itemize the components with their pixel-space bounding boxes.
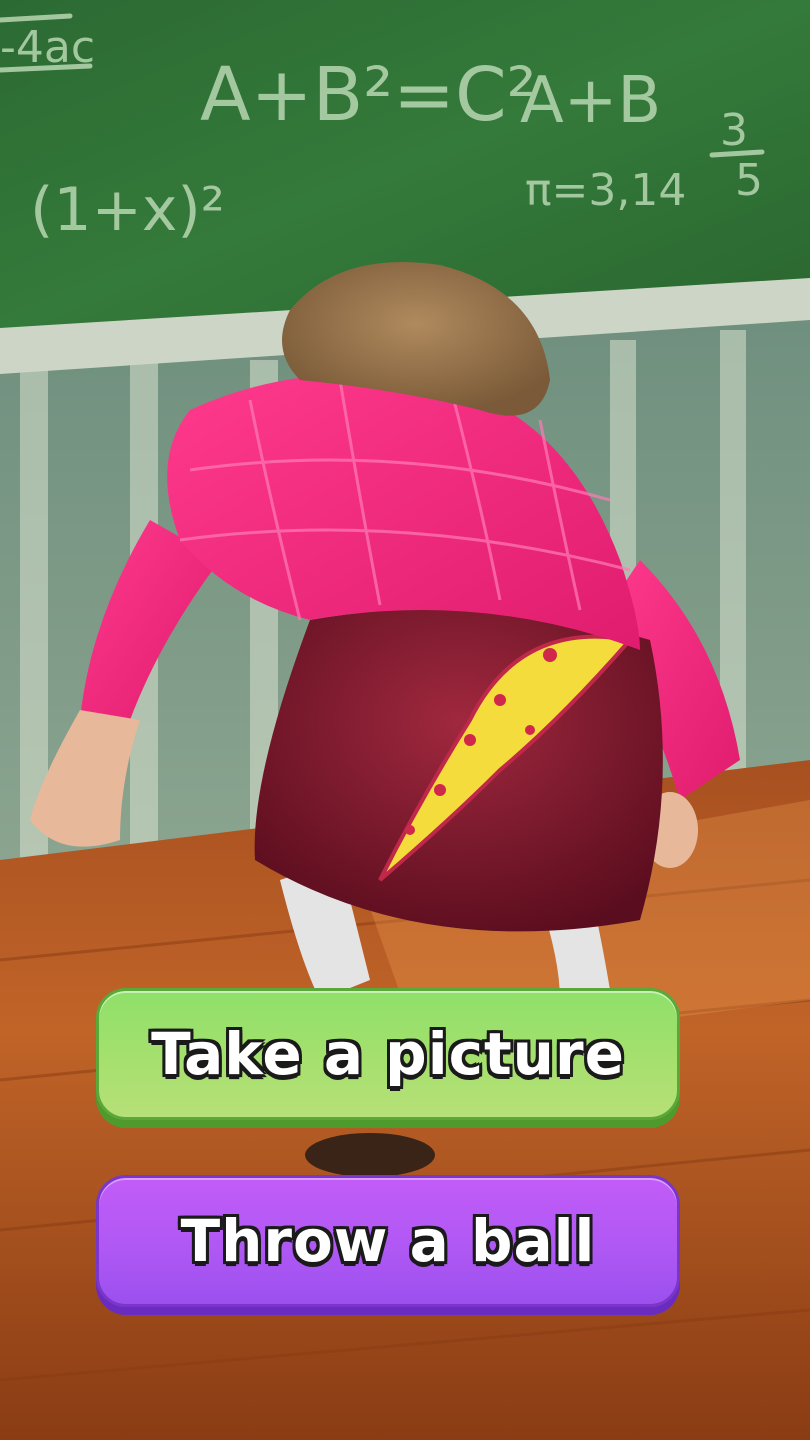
take-picture-label: Take a picture [151,1020,625,1088]
svg-text:5: 5 [735,155,763,206]
take-picture-button[interactable]: Take a picture [96,988,680,1120]
throw-ball-button[interactable]: Throw a ball [96,1175,680,1307]
svg-text:3: 3 [720,105,748,156]
svg-text:A+B²=C²: A+B²=C² [200,52,536,138]
svg-text:A+B: A+B [520,64,661,138]
throw-ball-label: Throw a ball [180,1207,596,1275]
svg-text:π=3,14: π=3,14 [525,165,686,216]
svg-text:(1+x)²: (1+x)² [30,175,225,245]
